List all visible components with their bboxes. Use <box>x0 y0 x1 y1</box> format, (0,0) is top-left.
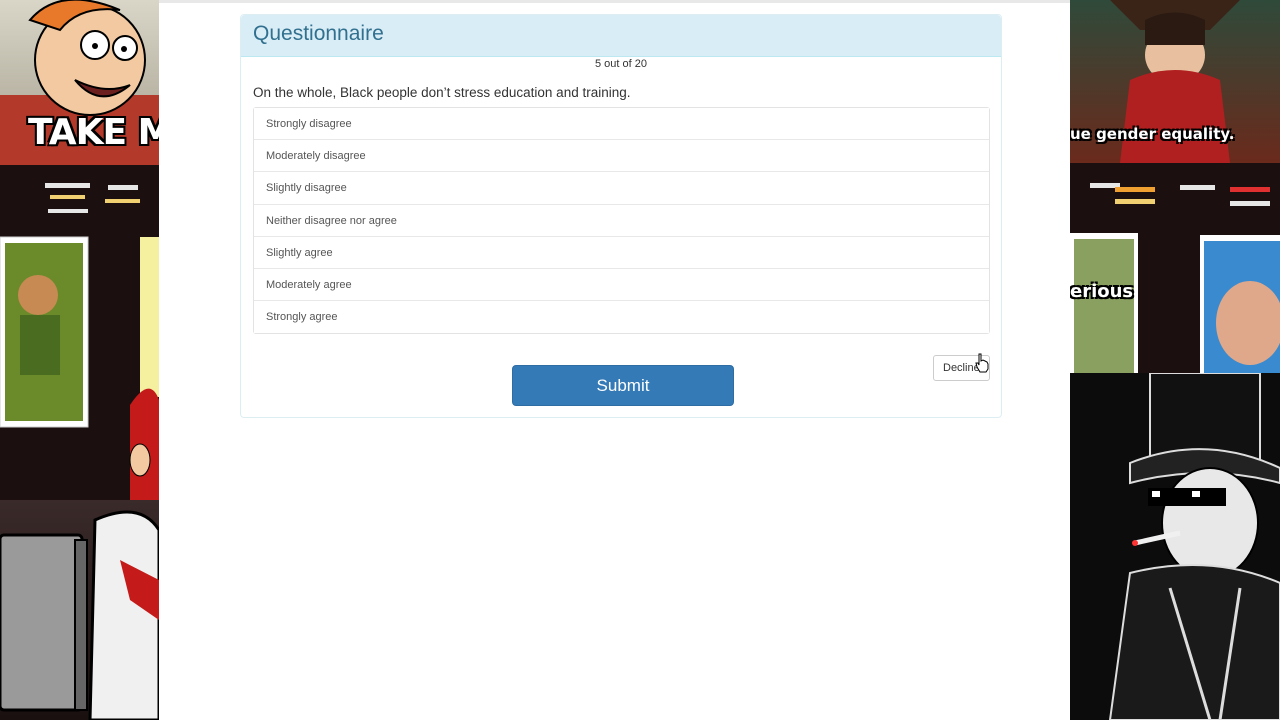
submit-button[interactable]: Submit <box>512 365 734 406</box>
hand-cursor-icon <box>975 353 989 373</box>
fry-meme-image: TAKE MY <box>0 0 159 165</box>
panel-title: Questionnaire <box>253 22 384 45</box>
gentleman-smoking-image <box>1070 373 1280 720</box>
right-mid-caption: erious <box>1070 281 1134 302</box>
answer-option-strongly-agree[interactable]: Strongly agree <box>254 301 989 334</box>
question-text: On the whole, Black people don’t stress … <box>253 85 631 100</box>
right-top-caption: ue gender equality. <box>1070 125 1235 143</box>
left-overlay-panel: TAKE MY <box>0 0 159 720</box>
answer-option-moderately-agree[interactable]: Moderately agree <box>254 268 989 302</box>
answer-option-slightly-agree[interactable]: Slightly agree <box>254 236 989 269</box>
answer-options-list: Strongly disagree Moderately disagree Sl… <box>253 107 990 335</box>
panel-heading: Questionnaire <box>241 15 1001 57</box>
control-room-image <box>0 165 159 500</box>
control-room-right-image: erious <box>1070 163 1280 373</box>
question-progress: 5 out of 20 <box>595 58 647 70</box>
answer-option-slightly-disagree[interactable]: Slightly disagree <box>254 172 989 205</box>
cartoon-monitor-image <box>0 500 159 720</box>
answer-option-strongly-disagree[interactable]: Strongly disagree <box>254 108 989 141</box>
answer-option-moderately-disagree[interactable]: Moderately disagree <box>254 140 989 173</box>
questionnaire-panel: Questionnaire 5 out of 20 On the whole, … <box>240 14 1002 418</box>
left-top-caption: TAKE MY <box>28 112 159 153</box>
answer-option-neither[interactable]: Neither disagree nor agree <box>254 204 989 237</box>
page-top-border <box>159 0 1070 3</box>
questionnaire-page: Questionnaire 5 out of 20 On the whole, … <box>159 0 1070 720</box>
right-overlay-panel: ue gender equality. erious <box>1070 0 1280 720</box>
anime-character-image: ue gender equality. <box>1070 0 1280 163</box>
